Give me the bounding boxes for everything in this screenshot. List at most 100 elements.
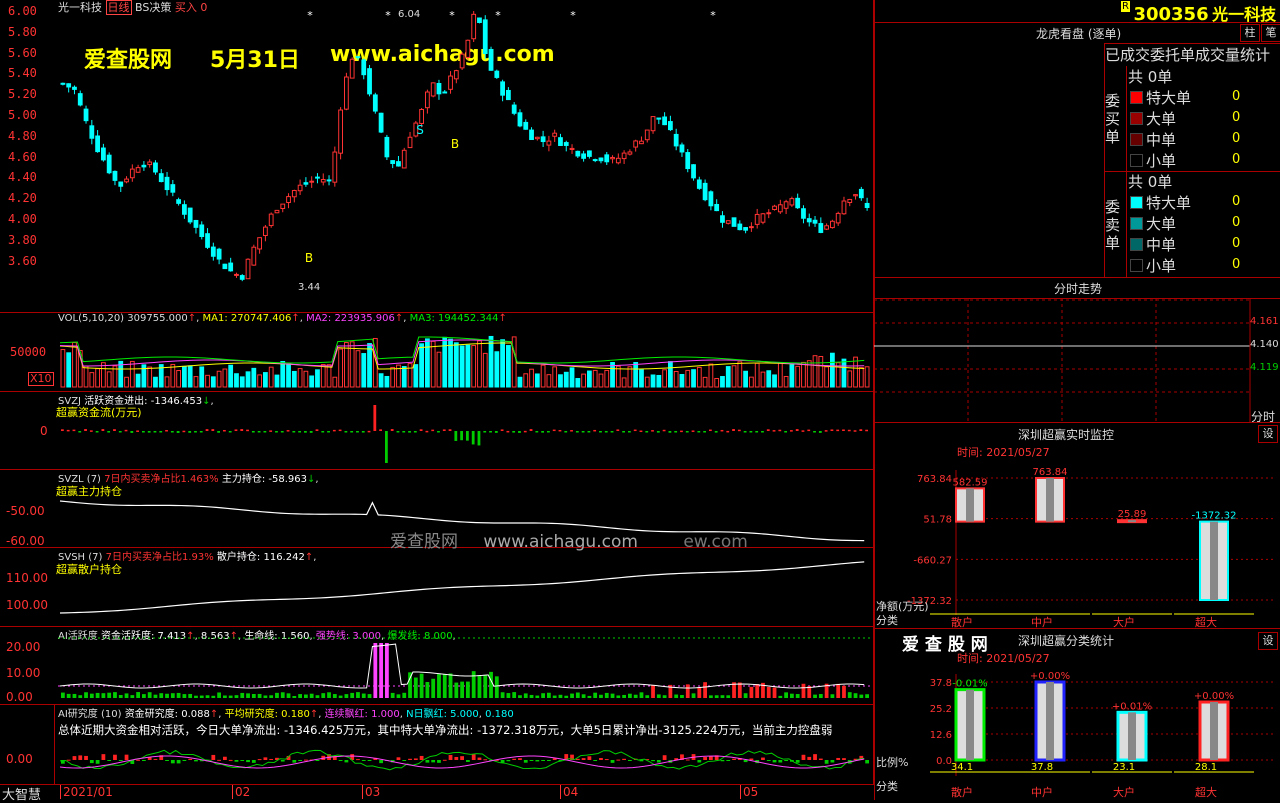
active-bar bbox=[205, 695, 210, 698]
order-type-count: 0 bbox=[1232, 152, 1241, 167]
candle-body bbox=[326, 179, 332, 182]
candle-body bbox=[199, 224, 205, 237]
flow-bar bbox=[662, 429, 666, 432]
volume-bar bbox=[824, 366, 830, 388]
intraday-chart[interactable] bbox=[874, 298, 1280, 422]
volume-bar bbox=[777, 362, 783, 388]
active-bar bbox=[61, 692, 65, 698]
flow-bar bbox=[147, 431, 151, 433]
active-bar bbox=[581, 694, 586, 698]
candle-body bbox=[592, 159, 598, 162]
star-marker: * bbox=[495, 9, 501, 22]
active-bar bbox=[460, 681, 464, 698]
pen-mode-button[interactable]: 笔 bbox=[1261, 24, 1280, 42]
flow-bar bbox=[234, 429, 238, 431]
order-type-label: 中单 bbox=[1146, 131, 1177, 149]
flow-bar bbox=[437, 431, 440, 433]
research-bar bbox=[142, 760, 146, 761]
candlestick-chart[interactable]: B B S * * * * * * bbox=[0, 0, 873, 312]
volume-bar bbox=[754, 362, 760, 388]
r-badge: R bbox=[1121, 1, 1130, 12]
flow-bar bbox=[269, 430, 273, 432]
flow-bar bbox=[604, 431, 608, 433]
candle-body bbox=[511, 104, 517, 114]
candle-body bbox=[465, 39, 471, 58]
flow-bar bbox=[89, 430, 93, 432]
flow-bar bbox=[286, 430, 290, 432]
active-bar bbox=[662, 695, 667, 698]
active-bar bbox=[113, 692, 117, 698]
flow-bar bbox=[529, 429, 533, 431]
volume-bar bbox=[494, 351, 500, 388]
sell-side-label: 委卖单 bbox=[1105, 198, 1121, 252]
bar-mode-button[interactable]: 柱 bbox=[1240, 24, 1260, 42]
volume-bar bbox=[239, 376, 245, 388]
order-type-swatch bbox=[1130, 91, 1143, 104]
research-bar bbox=[801, 754, 806, 760]
category-value-label: 23.1 bbox=[1113, 762, 1135, 773]
volume-bar bbox=[569, 367, 575, 388]
candle-body bbox=[708, 191, 714, 207]
active-bar bbox=[130, 695, 135, 698]
flow-bar bbox=[338, 429, 342, 432]
candle-body bbox=[534, 136, 540, 140]
volume-bar bbox=[546, 374, 552, 388]
candle-body bbox=[95, 135, 101, 153]
candle-body bbox=[124, 178, 129, 183]
category-change-label: -0.01% bbox=[952, 679, 987, 690]
active-bar bbox=[483, 675, 488, 698]
research-bar bbox=[703, 757, 707, 760]
flow-bar bbox=[697, 431, 701, 433]
candle-body bbox=[517, 112, 523, 127]
volume-bar bbox=[401, 366, 407, 388]
candle-body bbox=[482, 19, 488, 55]
bottom-corner: 大智慧 bbox=[2, 788, 42, 803]
flow-bar bbox=[743, 431, 747, 433]
candle-body bbox=[841, 200, 847, 215]
volume-bar bbox=[355, 350, 361, 388]
volume-bar bbox=[627, 366, 633, 388]
category-settings-button[interactable]: 设 bbox=[1258, 632, 1278, 650]
research-bar bbox=[720, 760, 725, 762]
candle-body bbox=[691, 164, 696, 179]
research-bar bbox=[257, 759, 262, 761]
flow-bar bbox=[587, 431, 591, 433]
volume-bar bbox=[153, 376, 158, 388]
volume-bar bbox=[83, 365, 89, 388]
active-bar bbox=[199, 695, 204, 698]
order-type-count: 0 bbox=[1232, 194, 1241, 209]
category-bar-stripe bbox=[1210, 702, 1218, 760]
volume-bar bbox=[361, 353, 367, 388]
flow-bar bbox=[859, 429, 863, 431]
research-bar bbox=[113, 754, 117, 760]
candle-body bbox=[332, 151, 338, 183]
volume-bar bbox=[644, 376, 650, 388]
active-bar bbox=[604, 692, 609, 698]
volume-bar bbox=[465, 344, 471, 388]
order-type-count: 0 bbox=[1232, 89, 1241, 104]
volume-bar bbox=[760, 371, 766, 388]
volume-bar bbox=[453, 342, 459, 388]
candle-body bbox=[72, 86, 77, 90]
candle-body bbox=[847, 198, 853, 204]
volume-bar bbox=[830, 352, 835, 388]
candle-body bbox=[338, 109, 344, 154]
flow-bar bbox=[101, 429, 105, 431]
research-bar bbox=[616, 759, 621, 761]
category-bar bbox=[1198, 700, 1230, 762]
candle-body bbox=[303, 182, 309, 185]
candle-body bbox=[291, 189, 297, 198]
active-bar bbox=[425, 681, 430, 698]
flow-bar bbox=[680, 430, 683, 433]
flow-bar bbox=[761, 431, 764, 433]
volume-bar bbox=[812, 355, 818, 388]
research-bar bbox=[477, 757, 482, 760]
volume-bar bbox=[205, 374, 210, 388]
volume-bar bbox=[95, 368, 101, 388]
volume-bar bbox=[575, 378, 581, 388]
candle-body bbox=[355, 56, 361, 59]
active-line bbox=[59, 643, 865, 689]
flow-bar bbox=[379, 429, 382, 431]
flow-bar bbox=[153, 431, 157, 433]
order-type-count: 0 bbox=[1232, 236, 1241, 251]
